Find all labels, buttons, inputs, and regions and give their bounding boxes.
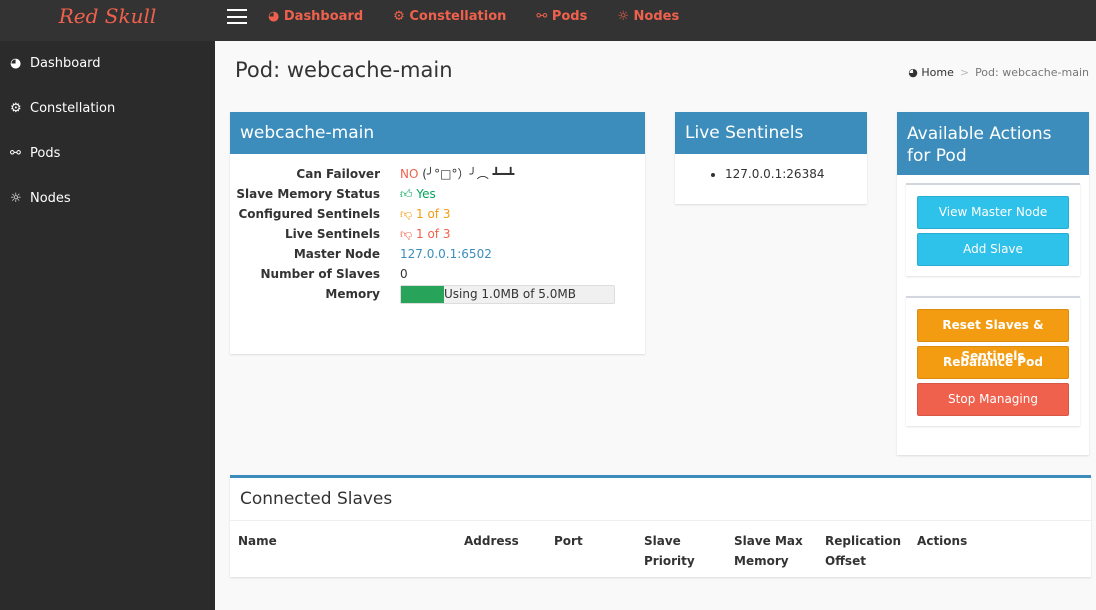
rebalance-button[interactable]: Rebalance Pod [917, 346, 1069, 379]
sentinel-item: 127.0.0.1:26384 [725, 167, 867, 181]
dashboard-icon: ◕ [10, 56, 22, 71]
sidebar-item-constellation[interactable]: ⚙ Constellation [0, 86, 215, 131]
live-sentinels-title: Live Sentinels [675, 112, 867, 154]
thumbs-up-icon: 👍︎ [400, 187, 413, 201]
cogs-icon: ⚙ [10, 101, 22, 116]
slaves-count-value: 0 [400, 267, 408, 281]
pod-info-title: webcache-main [230, 112, 645, 154]
topnav-dashboard[interactable]: ◕ Dashboard [268, 0, 363, 33]
master-node-link[interactable]: 127.0.0.1:6502 [400, 244, 492, 264]
col-port: Port [554, 534, 583, 548]
configured-sentinels-value: 👎︎ 1 of 3 [400, 207, 451, 221]
slave-memory-value: 👍︎ Yes [400, 187, 436, 201]
reset-slaves-button[interactable]: Reset Slaves & Sentinels [917, 309, 1069, 363]
page-title: Pod: webcache-main [235, 58, 453, 82]
actions-box: Available Actions for Pod View Master No… [897, 112, 1089, 455]
link-icon: ⚯ [10, 146, 21, 161]
table-flip: (╯°□°）╯︵ ┻━┻ [422, 167, 515, 181]
breadcrumb: ◕ Home > Pod: webcache-main [908, 66, 1089, 79]
sidebar: ◕ Dashboard ⚙ Constellation ⚯ Pods ☼ Nodes [0, 41, 215, 610]
breadcrumb-home[interactable]: Home [921, 66, 953, 79]
connected-slaves-title: Connected Slaves [230, 478, 1091, 521]
slaves-table: Name Address Port Slave Priority Slave M… [230, 521, 1091, 581]
live-sentinels-value: 👎︎ 1 of 3 [400, 227, 451, 241]
master-node-label: Master Node [293, 247, 380, 261]
thumbs-down-icon: 👎︎ [400, 227, 413, 241]
col-address: Address [464, 534, 519, 548]
dashboard-icon: ◕ [908, 66, 918, 79]
sidebar-item-dashboard[interactable]: ◕ Dashboard [0, 41, 215, 86]
topnav-nodes[interactable]: ☼ Nodes [617, 0, 679, 33]
brand-logo[interactable]: Red Skull [0, 0, 215, 41]
can-failover-label: Can Failover [296, 167, 380, 181]
configured-sentinels-label: Configured Sentinels [238, 207, 380, 221]
col-name: Name [238, 534, 277, 548]
menu-toggle-icon[interactable] [227, 9, 247, 24]
col-actions: Actions [917, 534, 968, 548]
sun-icon: ☼ [10, 191, 22, 206]
col-replication-offset: Replication Offset [825, 534, 902, 568]
sidebar-item-nodes[interactable]: ☼ Nodes [0, 176, 215, 221]
memory-label: Memory [325, 287, 380, 301]
topnav-constellation[interactable]: ⚙ Constellation [393, 0, 506, 33]
add-slave-button[interactable]: Add Slave [917, 233, 1069, 266]
live-sentinels-box: Live Sentinels 127.0.0.1:26384 [675, 112, 867, 204]
can-failover-value: NO [400, 167, 419, 181]
pod-info-box: webcache-main Can Failover NO (╯°□°）╯︵ ┻━… [230, 112, 645, 354]
sidebar-item-pods[interactable]: ⚯ Pods [0, 131, 215, 176]
actions-title: Available Actions for Pod [897, 112, 1089, 175]
slaves-count-label: Number of Slaves [260, 267, 380, 281]
breadcrumb-current: Pod: webcache-main [975, 66, 1089, 79]
view-master-button[interactable]: View Master Node [917, 196, 1069, 229]
topnav-pods[interactable]: ⚯ Pods [536, 0, 587, 33]
col-max-memory: Slave Max Memory [734, 534, 803, 568]
connected-slaves-box: Connected Slaves Name Address Port Slave… [230, 475, 1091, 577]
stop-managing-button[interactable]: Stop Managing [917, 383, 1069, 416]
thumbs-down-icon: 👎︎ [400, 207, 413, 221]
live-sentinels-label: Live Sentinels [284, 227, 380, 241]
col-priority: Slave Priority [644, 534, 695, 568]
top-navbar: Red Skull ◕ Dashboard ⚙ Constellation ⚯ … [0, 0, 1096, 41]
slave-memory-label: Slave Memory Status [236, 187, 380, 201]
memory-progress: Using 1.0MB of 5.0MB [400, 285, 615, 304]
